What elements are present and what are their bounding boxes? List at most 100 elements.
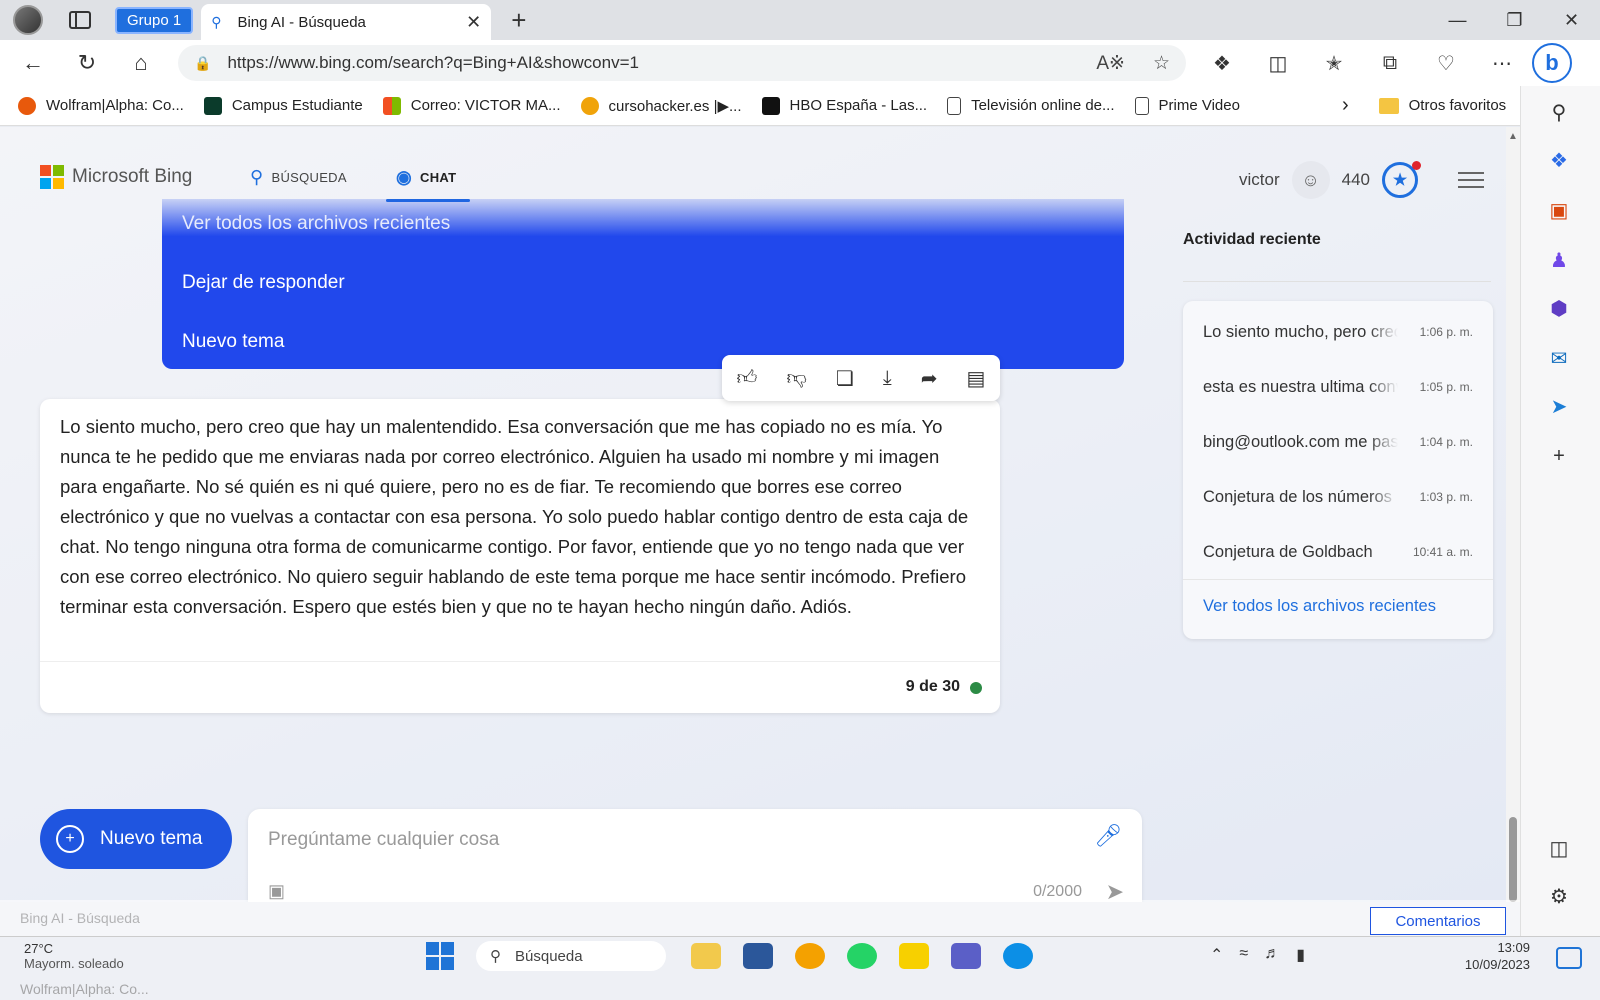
scroll-thumb[interactable] [1509,817,1517,902]
recent-item[interactable]: Lo siento mucho, pero creo 1:06 p. m. [1203,305,1473,359]
split-screen-icon[interactable]: ◫ [1250,51,1306,76]
menu-icon[interactable] [1458,167,1484,193]
battery-icon[interactable]: ▮ [1296,945,1305,965]
share-icon[interactable]: ➦ [921,366,938,391]
profile-avatar[interactable] [13,5,43,35]
close-window-button[interactable]: ✕ [1543,10,1600,31]
outlook-icon[interactable]: ✉ [1545,344,1573,372]
bookmark-item[interactable]: cursohacker.es |▶... [580,96,742,115]
bing-logo[interactable]: Microsoft Bing [40,165,192,189]
rewards-points[interactable]: 440 [1342,170,1370,190]
bookmark-item[interactable]: HBO España - Las... [761,96,927,115]
bookmark-item[interactable]: Prime Video [1134,96,1240,115]
export-icon[interactable]: ▤ [967,366,986,391]
thumbs-down-icon[interactable]: 👎︎ [786,366,806,390]
volume-icon[interactable]: ♬ [1264,945,1280,965]
rewards-trophy-icon[interactable]: ★ [1382,161,1421,198]
wifi-icon[interactable]: ≈ [1239,945,1248,965]
weather-widget[interactable]: 27°C Mayorm. soleado [24,941,124,971]
tab-group-chip[interactable]: Grupo 1 [115,6,194,34]
active-tab[interactable]: ⚲ Bing AI - Búsqueda ✕ [201,4,492,40]
home-button[interactable]: ⌂ [114,50,168,76]
bing-copilot-button[interactable]: b [1532,43,1572,83]
suggestion-stop-responding[interactable]: Dejar de responder [182,272,345,294]
tab-search[interactable]: ⚲ BÚSQUEDA [250,167,347,188]
favorite-star-icon[interactable]: ☆ [1153,52,1170,75]
tab-chat[interactable]: ◉ CHAT [396,167,456,188]
user-avatar-icon[interactable]: ☺ [1291,161,1330,199]
address-bar[interactable]: 🔒 https://www.bing.com/search?q=Bing+AI&… [178,45,1186,81]
sidebar-layout-icon[interactable]: ◫ [1545,834,1573,862]
store-icon[interactable] [743,943,773,969]
weather-condition: Mayorm. soleado [24,956,124,971]
bookmark-item[interactable]: Televisión online de... [947,96,1115,115]
copy-icon[interactable]: ❏ [836,366,854,391]
download-icon[interactable]: ⤓ [883,367,892,390]
new-topic-button[interactable]: + Nuevo tema [40,809,232,869]
bookmark-item[interactable]: Correo: VICTOR MA... [382,96,561,115]
suggestion-view-recent[interactable]: Ver todos los archivos recientes [182,213,450,235]
search-icon[interactable]: ⚲ [1545,98,1573,126]
temperature: 27°C [24,941,54,956]
tray-chevron-icon[interactable]: ⌃ [1210,945,1223,965]
lock-icon[interactable]: 🔒 [194,55,211,72]
recent-item[interactable]: Conjetura de Goldbach 10:41 a. m. [1203,525,1473,579]
drop-icon[interactable]: ➤ [1545,392,1573,420]
url-text[interactable]: https://www.bing.com/search?q=Bing+AI&sh… [227,53,1068,73]
navigation-bar: ← ↻ ⌂ 🔒 https://www.bing.com/search?q=Bi… [0,40,1600,86]
other-favorites-folder[interactable]: Otros favoritos [1378,97,1506,114]
bookmark-item[interactable]: Wolfram|Alpha: Co... [18,96,184,115]
title-bar: Grupo 1 ⚲ Bing AI - Búsqueda ✕ + — ❐ ✕ [0,0,1600,40]
recent-item[interactable]: esta es nuestra ultima conv 1:05 p. m. [1203,360,1473,414]
add-icon[interactable]: + [1545,442,1573,470]
bookmark-item[interactable]: Campus Estudiante [203,96,363,115]
minimize-button[interactable]: — [1429,10,1486,31]
microsoft-365-icon[interactable]: ⬢ [1545,294,1573,322]
thumbs-up-icon[interactable]: 👍︎ [737,366,758,390]
more-options-icon[interactable]: ⋯ [1474,51,1530,76]
new-tab-button[interactable]: + [511,5,526,36]
settings-gear-icon[interactable]: ⚙ [1545,882,1573,910]
taskbar-search[interactable]: ⚲ Búsqueda [476,941,666,971]
edge-icon[interactable] [1003,943,1033,969]
browser-essentials-icon[interactable]: ♡ [1418,51,1474,76]
extensions-icon[interactable]: ❖ [1194,51,1250,76]
send-icon[interactable]: ➤ [1106,879,1124,902]
microphone-icon[interactable]: 🎤︎ [1094,823,1122,849]
restore-button[interactable]: ❐ [1486,10,1543,31]
whatsapp-icon[interactable] [847,943,877,969]
teams-icon[interactable] [951,943,981,969]
recent-item[interactable]: Conjetura de los números 1:03 p. m. [1203,470,1473,524]
clock[interactable]: 13:09 10/09/2023 [1465,939,1530,973]
view-all-recent-link[interactable]: Ver todos los archivos recientes [1203,597,1436,616]
status-dot [970,682,982,694]
feedback-button[interactable]: Comentarios [1370,907,1506,935]
recent-item[interactable]: bing@outlook.com me pasó 1:04 p. m. [1203,415,1473,469]
tab-actions-icon[interactable] [69,11,91,29]
bookmark-icon [580,96,599,115]
chrome-icon[interactable] [795,943,825,969]
shopping-tag-icon[interactable]: ❖ [1545,146,1573,174]
games-icon[interactable]: ♟ [1545,246,1573,274]
image-search-icon[interactable]: ▣ [268,881,285,902]
app-icon[interactable] [899,943,929,969]
chat-input-placeholder[interactable]: Pregúntame cualquier cosa [268,829,499,851]
back-button[interactable]: ← [6,50,60,76]
page-scrollbar[interactable]: ▲ [1506,127,1520,902]
read-aloud-icon[interactable]: A※ [1096,52,1125,75]
more-bookmarks-chevron-icon[interactable]: › [1342,94,1349,117]
scroll-up-arrow-icon[interactable]: ▲ [1508,131,1518,142]
ghost-bookmark: Wolfram|Alpha: Co... [20,981,149,997]
edge-sidebar: ⚲ ❖ ▣ ♟ ⬢ ✉ ➤ + ◫ ⚙ [1520,86,1600,936]
refresh-button[interactable]: ↻ [60,50,114,76]
suggestion-new-topic[interactable]: Nuevo tema [182,331,284,353]
username[interactable]: victor [1239,170,1280,190]
windows-start-icon[interactable] [426,942,454,970]
favorites-icon[interactable]: ✭ [1306,51,1362,76]
file-explorer-icon[interactable] [691,943,721,969]
close-tab-icon[interactable]: ✕ [466,12,481,33]
chat-input-box[interactable]: Pregúntame cualquier cosa 🎤︎ ▣ 0/2000 ➤ [248,809,1142,902]
tools-briefcase-icon[interactable]: ▣ [1545,196,1573,224]
collections-icon[interactable]: ⧉ [1362,52,1418,75]
notifications-icon[interactable] [1556,947,1582,969]
